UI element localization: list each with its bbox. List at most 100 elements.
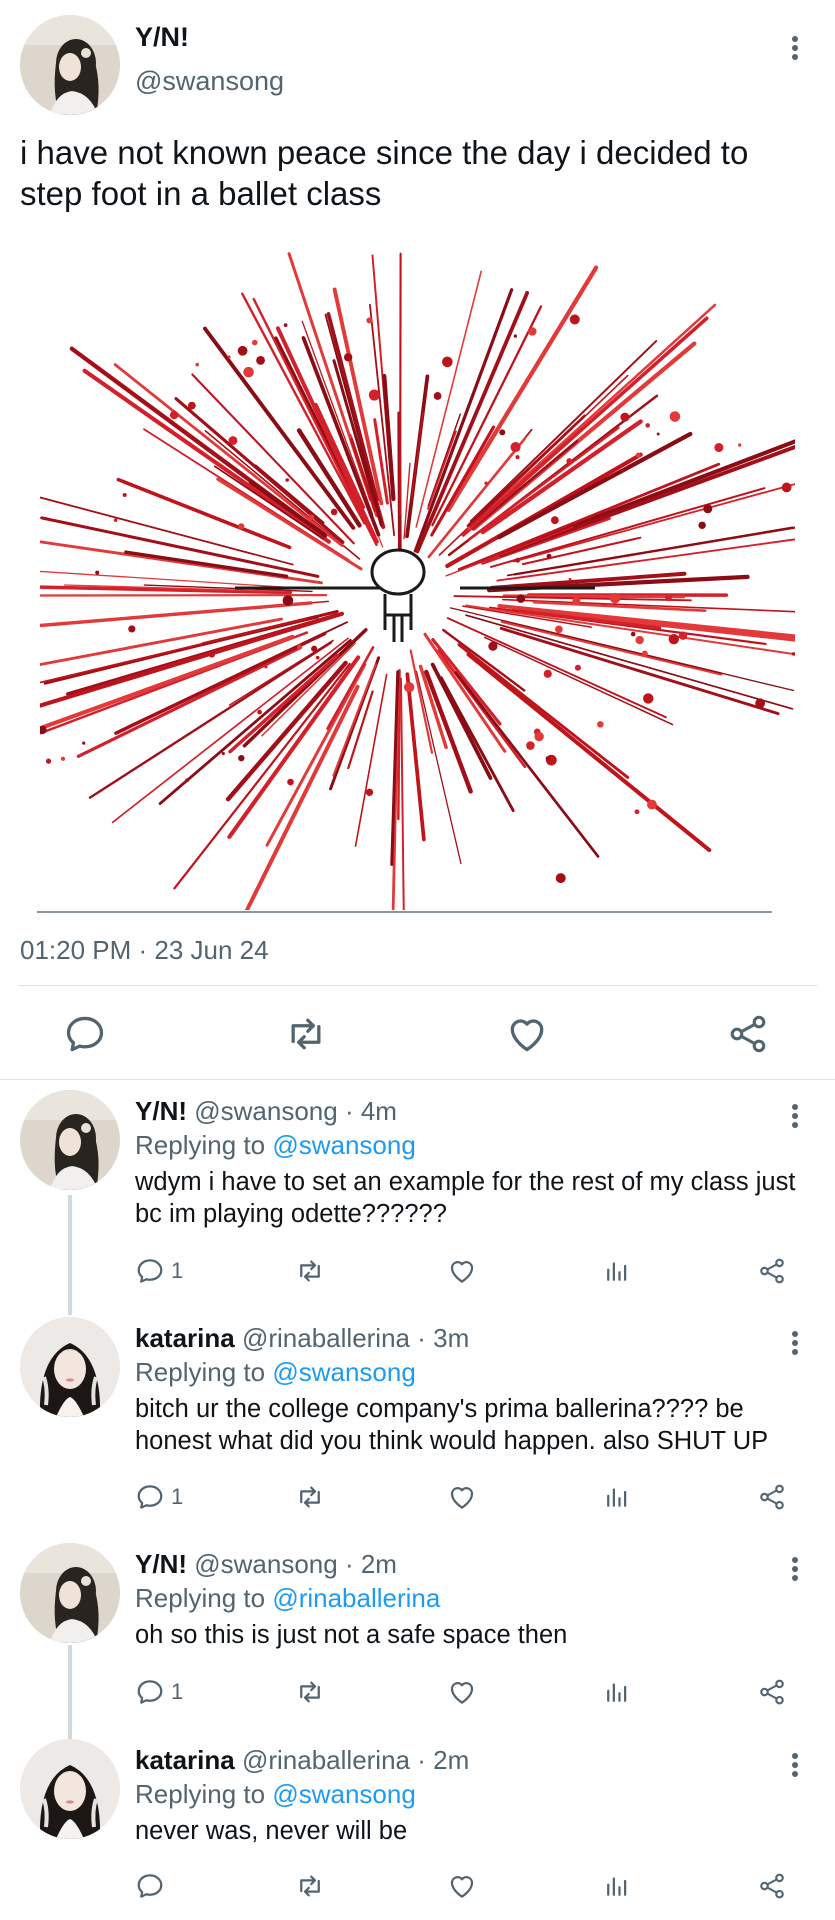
- reply-more-icon[interactable]: [783, 1747, 807, 1783]
- reply-display-name[interactable]: Y/N!: [135, 1096, 187, 1126]
- reply-avatar[interactable]: [20, 1090, 120, 1190]
- like-icon: [447, 1871, 477, 1901]
- reply-button[interactable]: 1: [135, 1481, 183, 1513]
- reply-item[interactable]: katarina @rinaballerina · 3m Replying to…: [0, 1317, 835, 1532]
- splatter-line: [399, 677, 405, 910]
- splatter-dot: [620, 412, 630, 422]
- replying-to-mention[interactable]: @swansong: [272, 1357, 415, 1387]
- splatter-dot: [738, 443, 742, 447]
- splatter-dot: [643, 693, 654, 704]
- reply-handle[interactable]: @swansong: [194, 1096, 337, 1126]
- main-avatar[interactable]: [20, 15, 120, 115]
- retweet-icon[interactable]: [284, 1012, 328, 1056]
- like-icon[interactable]: [505, 1012, 549, 1056]
- reply-avatar[interactable]: [20, 1543, 120, 1643]
- reply-item[interactable]: Y/N! @swansong · 4m Replying to @swanson…: [0, 1090, 835, 1305]
- reply-button[interactable]: 1: [135, 1676, 183, 1708]
- reply-handle[interactable]: @rinaballerina: [242, 1323, 410, 1353]
- splatter-dot: [285, 478, 289, 482]
- retweet-icon: [295, 1677, 325, 1707]
- reply-icon: [135, 1482, 165, 1512]
- splatter-dot: [545, 756, 550, 761]
- splatter-dot: [755, 698, 766, 709]
- splatter-line: [410, 411, 424, 500]
- splatter-dot: [647, 799, 657, 810]
- views-icon: [602, 1256, 632, 1286]
- share-button[interactable]: [757, 1481, 787, 1513]
- like-icon: [447, 1482, 477, 1512]
- reply-more-icon[interactable]: [783, 1551, 807, 1587]
- splatter-dot: [368, 389, 380, 401]
- splatter-dot: [550, 516, 559, 525]
- views-button[interactable]: [602, 1481, 632, 1513]
- retweet-icon: [295, 1256, 325, 1286]
- like-button[interactable]: [447, 1870, 477, 1902]
- like-icon: [447, 1677, 477, 1707]
- reply-handle[interactable]: @rinaballerina: [242, 1745, 410, 1775]
- share-button[interactable]: [757, 1255, 787, 1287]
- main-more-icon[interactable]: [783, 30, 807, 66]
- retweet-button[interactable]: [295, 1481, 325, 1513]
- reply-avatar[interactable]: [20, 1739, 120, 1839]
- splatter-dot: [574, 664, 581, 671]
- retweet-button[interactable]: [295, 1255, 325, 1287]
- retweet-button[interactable]: [295, 1870, 325, 1902]
- splatter-dot: [315, 655, 320, 660]
- reply-icon: [135, 1871, 165, 1901]
- views-button[interactable]: [602, 1255, 632, 1287]
- tweet-timestamp[interactable]: 01:20 PM · 23 Jun 24: [20, 935, 269, 966]
- like-button[interactable]: [447, 1481, 477, 1513]
- reply-icon[interactable]: [63, 1012, 107, 1056]
- splatter-dot: [243, 366, 254, 378]
- splatter-dot: [546, 553, 552, 559]
- reply-count: 1: [171, 1258, 184, 1283]
- splatter-dot: [515, 455, 520, 460]
- splatter-dot: [433, 392, 442, 400]
- splatter-dot: [238, 523, 245, 530]
- main-display-name[interactable]: Y/N!: [135, 22, 189, 53]
- retweet-button[interactable]: [295, 1676, 325, 1708]
- reply-button[interactable]: 1: [135, 1255, 183, 1287]
- reply-item[interactable]: katarina @rinaballerina · 2m Replying to…: [0, 1739, 835, 1919]
- share-icon: [757, 1256, 787, 1286]
- divider: [18, 985, 817, 986]
- splatter-dot: [534, 731, 544, 742]
- splatter-dot: [282, 595, 294, 606]
- image-divider: [37, 911, 772, 913]
- splatter-dot: [698, 521, 706, 529]
- replying-to-mention[interactable]: @swansong: [272, 1779, 415, 1809]
- splatter-dot: [528, 327, 537, 336]
- views-button[interactable]: [602, 1870, 632, 1902]
- reply-more-icon[interactable]: [783, 1098, 807, 1134]
- replying-to-mention[interactable]: @rinaballerina: [272, 1583, 440, 1613]
- reply-handle[interactable]: @swansong: [194, 1549, 337, 1579]
- reply-item[interactable]: Y/N! @swansong · 2m Replying to @rinabal…: [0, 1543, 835, 1733]
- splatter-dot: [665, 594, 673, 602]
- replying-to-mention[interactable]: @swansong: [272, 1130, 415, 1160]
- reply-button[interactable]: [135, 1870, 171, 1902]
- views-button[interactable]: [602, 1676, 632, 1708]
- splatter-dot: [488, 641, 498, 651]
- splatter-dot: [256, 355, 265, 365]
- replying-to-label: Replying to: [135, 1130, 273, 1160]
- splatter-dot: [678, 631, 688, 640]
- main-handle[interactable]: @swansong: [135, 66, 284, 97]
- reply-display-name[interactable]: katarina: [135, 1323, 235, 1353]
- splatter-dot: [221, 751, 225, 756]
- reply-display-name[interactable]: Y/N!: [135, 1549, 187, 1579]
- splatter-dot: [572, 596, 581, 605]
- reply-display-name[interactable]: katarina: [135, 1745, 235, 1775]
- reply-avatar[interactable]: [20, 1317, 120, 1417]
- tweet-media-image[interactable]: [40, 250, 795, 910]
- splatter-dot: [308, 514, 315, 520]
- like-button[interactable]: [447, 1255, 477, 1287]
- like-button[interactable]: [447, 1676, 477, 1708]
- splatter-line: [431, 305, 543, 527]
- share-icon[interactable]: [726, 1012, 770, 1056]
- share-icon: [757, 1871, 787, 1901]
- splatter-dot: [526, 741, 535, 750]
- share-button[interactable]: [757, 1870, 787, 1902]
- share-button[interactable]: [757, 1676, 787, 1708]
- reply-more-icon[interactable]: [783, 1325, 807, 1361]
- splatter-dot: [45, 758, 52, 764]
